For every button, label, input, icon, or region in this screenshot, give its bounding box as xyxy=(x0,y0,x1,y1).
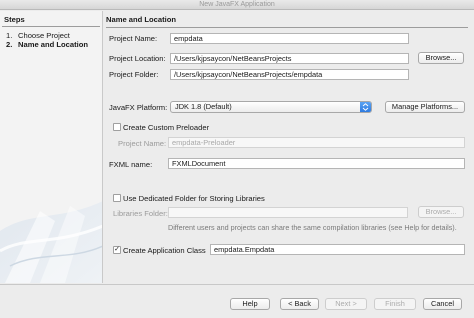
project-location-label: Project Location: xyxy=(109,54,166,63)
cancel-button[interactable]: Cancel xyxy=(423,298,462,310)
next-button[interactable]: Next > xyxy=(325,298,367,310)
chevron-updown-icon xyxy=(360,102,371,112)
page-title: Name and Location xyxy=(106,15,177,24)
step-name-and-location: 2. Name and Location xyxy=(6,40,88,49)
fxml-name-label: FXML name: xyxy=(109,160,153,169)
create-custom-preloader-label: Create Custom Preloader xyxy=(123,123,210,132)
steps-panel: Steps 1. Choose Project 2. Name and Locati… xyxy=(0,11,103,283)
back-button[interactable]: < Back xyxy=(280,298,319,310)
steps-divider xyxy=(2,26,100,27)
libraries-folder-input[interactable] xyxy=(168,207,408,218)
step-number: 1. xyxy=(6,31,13,40)
finish-button[interactable]: Finish xyxy=(374,298,416,310)
preloader-project-name-label: Project Name: xyxy=(118,139,167,148)
step-number: 2. xyxy=(6,40,13,49)
create-application-class-label: Create Application Class xyxy=(123,246,206,255)
footer-divider xyxy=(0,284,474,285)
create-custom-preloader-checkbox[interactable] xyxy=(113,123,121,131)
javafx-platform-label: JavaFX Platform: xyxy=(109,103,168,112)
browse-location-button[interactable]: Browse... xyxy=(418,52,464,64)
step-label: Choose Project xyxy=(18,31,70,40)
javafx-platform-value: JDK 1.8 (Default) xyxy=(175,102,232,111)
javafx-platform-select[interactable]: JDK 1.8 (Default) xyxy=(170,101,372,113)
create-application-class-checkbox[interactable]: ✓ xyxy=(113,246,121,254)
steps-heading: Steps xyxy=(4,15,25,24)
browse-libraries-button[interactable]: Browse... xyxy=(418,206,464,218)
title-divider xyxy=(106,27,468,28)
wizard-watermark-graphic xyxy=(0,201,102,283)
libraries-folder-label: Libraries Folder: xyxy=(113,209,168,218)
application-class-input[interactable]: empdata.Empdata xyxy=(210,244,465,255)
step-label: Name and Location xyxy=(18,40,89,49)
window-title: New JavaFX Application xyxy=(199,1,275,8)
dedicated-libraries-folder-label: Use Dedicated Folder for Storing Librari… xyxy=(123,194,265,203)
project-folder-input[interactable]: /Users/kjpsaycon/NetBeansProjects/empdat… xyxy=(170,69,409,80)
project-folder-label: Project Folder: xyxy=(109,70,159,79)
title-bar[interactable]: New JavaFX Application xyxy=(0,0,474,10)
project-name-input[interactable]: empdata xyxy=(170,33,409,44)
dedicated-libraries-folder-checkbox[interactable] xyxy=(113,194,121,202)
step-choose-project: 1. Choose Project xyxy=(6,31,70,40)
project-name-label: Project Name: xyxy=(109,34,158,43)
fxml-name-input[interactable]: FXMLDocument xyxy=(168,158,465,169)
manage-platforms-button[interactable]: Manage Platforms... xyxy=(385,101,465,113)
preloader-project-name-input[interactable]: empdata-Preloader xyxy=(168,137,465,148)
help-button[interactable]: Help xyxy=(230,298,270,310)
project-location-input[interactable]: /Users/kjpsaycon/NetBeansProjects xyxy=(170,53,409,64)
new-javafx-application-dialog: New JavaFX Application Steps 1. Choose Pr… xyxy=(0,0,474,318)
libraries-hint-text: Different users and projects can share t… xyxy=(168,223,457,232)
